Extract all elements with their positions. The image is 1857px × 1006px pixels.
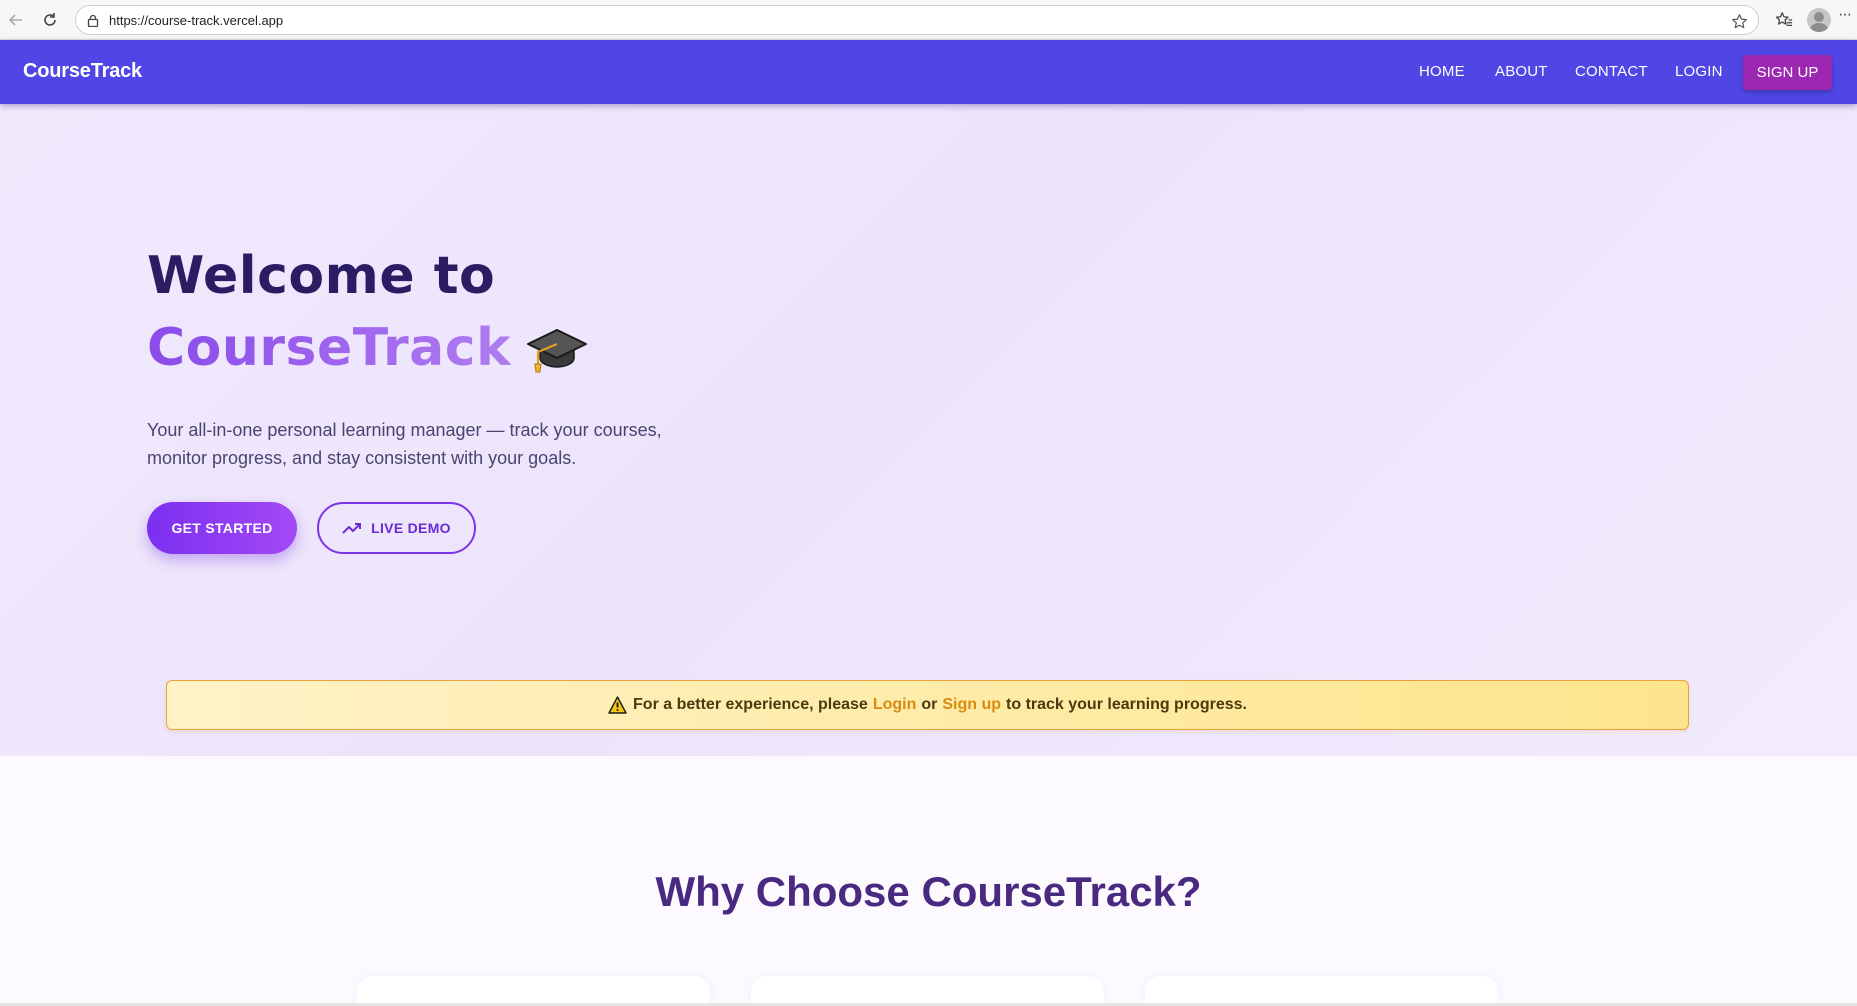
- bookmark-star-icon[interactable]: [1728, 10, 1750, 32]
- nav-home-link[interactable]: HOME: [1419, 63, 1465, 80]
- feature-card: [751, 976, 1104, 1006]
- warning-icon: [608, 696, 627, 714]
- hero-subtitle: Your all-in-one personal learning manage…: [147, 420, 662, 468]
- app-navbar: CourseTrack HOME ABOUT CONTACT LOGIN SIG…: [0, 40, 1857, 104]
- get-started-button[interactable]: GET STARTED: [147, 502, 297, 554]
- favorites-icon[interactable]: [1770, 6, 1798, 34]
- reload-icon[interactable]: [36, 6, 64, 34]
- hero-title-line2: CourseTrack: [147, 318, 512, 378]
- graduation-cap-icon: [526, 324, 588, 374]
- profile-icon[interactable]: [1805, 6, 1833, 34]
- alert-text-after: to track your learning progress.: [1006, 696, 1247, 713]
- feature-card: [357, 976, 710, 1006]
- why-section: Why Choose CourseTrack?: [0, 756, 1857, 1006]
- alert-signup-link[interactable]: Sign up: [942, 696, 1001, 714]
- brand-logo[interactable]: CourseTrack: [23, 60, 142, 83]
- login-alert-banner: For a better experience, please Login or…: [166, 680, 1689, 730]
- live-demo-label: LIVE DEMO: [371, 520, 451, 536]
- feature-card: [1145, 976, 1498, 1006]
- url-text: https://course-track.vercel.app: [109, 12, 284, 28]
- hero-section: Welcome to CourseTrack Your all-in-one p…: [0, 104, 1857, 756]
- lock-icon: [86, 13, 100, 27]
- more-menu-icon[interactable]: ···: [1838, 6, 1857, 24]
- nav-about-link[interactable]: ABOUT: [1495, 63, 1548, 80]
- signup-button[interactable]: SIGN UP: [1743, 55, 1832, 90]
- alert-or-text: or: [921, 696, 938, 713]
- nav-contact-link[interactable]: CONTACT: [1575, 63, 1648, 80]
- alert-text-before: For a better experience, please: [633, 696, 868, 713]
- back-icon[interactable]: [2, 6, 30, 34]
- trending-up-icon: [342, 521, 364, 535]
- alert-login-link[interactable]: Login: [873, 696, 917, 714]
- live-demo-button[interactable]: LIVE DEMO: [317, 502, 476, 554]
- browser-toolbar: https://course-track.vercel.app ···: [0, 0, 1857, 40]
- why-title: Why Choose CourseTrack?: [655, 868, 1202, 915]
- nav-login-link[interactable]: LOGIN: [1675, 63, 1723, 80]
- hero-title-line1: Welcome to: [147, 246, 496, 306]
- address-bar[interactable]: https://course-track.vercel.app: [75, 5, 1759, 35]
